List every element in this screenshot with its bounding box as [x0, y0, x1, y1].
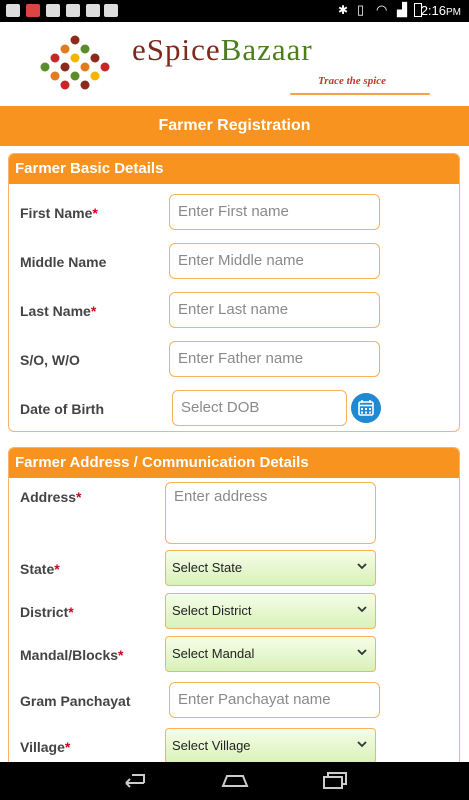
notification-icon: [6, 4, 20, 17]
dob-input[interactable]: Select DOB: [172, 390, 347, 426]
mandal-select[interactable]: Select Mandal: [165, 636, 376, 672]
state-select-value: Select State: [172, 560, 243, 575]
address-section: Farmer Address / Communication Details A…: [8, 447, 460, 777]
father-name-input[interactable]: Enter Father name: [169, 341, 380, 377]
mandal-label: Mandal/Blocks*: [20, 647, 123, 663]
middle-name-label: Middle Name: [20, 254, 107, 270]
mandal-select-value: Select Mandal: [172, 646, 255, 661]
bluetooth-icon: ✱: [338, 3, 349, 17]
village-label-text: Village: [20, 739, 65, 755]
gram-panchayat-input[interactable]: Enter Panchayat name: [169, 682, 380, 718]
village-select-value: Select Village: [172, 738, 251, 753]
system-nav-bar: [0, 762, 469, 800]
address-label: Address*: [20, 489, 81, 505]
notification-icon: [26, 4, 40, 17]
chevron-down-icon: [357, 606, 367, 613]
clock: 2:16PM: [421, 3, 461, 18]
status-bar: ✱ ▯ ◠ ▟ 2:16PM: [0, 0, 469, 22]
village-select[interactable]: Select Village: [165, 728, 376, 764]
required-marker: *: [64, 739, 71, 755]
calendar-icon[interactable]: [351, 393, 381, 423]
last-name-label-text: Last Name: [20, 303, 91, 319]
clock-time: 2:16: [420, 3, 446, 18]
back-icon[interactable]: [118, 770, 148, 790]
required-marker: *: [118, 647, 124, 663]
last-name-input[interactable]: Enter Last name: [169, 292, 380, 328]
section-title: Farmer Address / Communication Details: [9, 448, 459, 478]
brand-name: eSpiceBazaar: [132, 32, 313, 68]
dob-label: Date of Birth: [20, 401, 104, 417]
notification-icon: [46, 4, 60, 17]
vibrate-icon: ▯: [357, 2, 365, 17]
logo-icon: [40, 35, 110, 90]
last-name-label: Last Name*: [20, 303, 96, 319]
notification-icon: [86, 4, 100, 17]
recents-icon[interactable]: [320, 770, 350, 790]
mandal-label-text: Mandal/Blocks: [20, 647, 119, 663]
required-marker: *: [54, 561, 60, 577]
state-label: State*: [20, 561, 60, 577]
father-name-label: S/O, W/O: [20, 352, 80, 368]
district-select[interactable]: Select District: [165, 593, 376, 629]
basic-details-section: Farmer Basic Details First Name* Enter F…: [8, 153, 460, 432]
village-label: Village*: [20, 739, 70, 755]
brand-name-part2: Bazaar: [220, 32, 313, 67]
section-title: Farmer Basic Details: [9, 154, 459, 184]
first-name-label-text: First Name: [20, 205, 93, 221]
brand-tagline: Trace the spice: [318, 75, 387, 87]
first-name-label: First Name*: [20, 205, 98, 221]
app-header: eSpiceBazaar Trace the spice: [0, 22, 469, 105]
address-textarea[interactable]: Enter address: [165, 482, 376, 544]
chevron-down-icon: [357, 741, 367, 748]
tagline-underline: [290, 93, 430, 95]
required-marker: *: [92, 205, 98, 221]
notification-icon: [66, 4, 80, 17]
chevron-down-icon: [357, 563, 367, 570]
home-icon[interactable]: [220, 770, 250, 790]
required-marker: *: [90, 303, 97, 319]
chevron-down-icon: [357, 649, 367, 656]
district-label-text: District: [20, 604, 69, 620]
signal-icon: ▟: [397, 2, 407, 17]
state-select[interactable]: Select State: [165, 550, 376, 586]
wifi-icon: ◠: [376, 2, 388, 17]
page-title: Farmer Registration: [0, 106, 469, 146]
required-marker: *: [68, 604, 74, 620]
district-label: District*: [20, 604, 74, 620]
state-label-text: State: [20, 561, 55, 577]
district-select-value: Select District: [172, 603, 252, 618]
first-name-input[interactable]: Enter First name: [169, 194, 380, 230]
middle-name-input[interactable]: Enter Middle name: [169, 243, 380, 279]
notification-icon: [104, 4, 118, 17]
clock-ampm: PM: [446, 7, 461, 18]
brand-name-part1: eSpice: [132, 32, 221, 67]
address-label-text: Address: [20, 489, 77, 505]
required-marker: *: [76, 489, 82, 505]
gram-panchayat-label: Gram Panchayat: [20, 693, 131, 709]
